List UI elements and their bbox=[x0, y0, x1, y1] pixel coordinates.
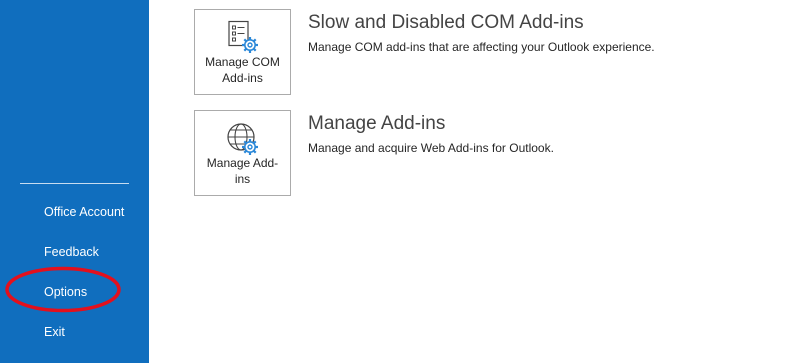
com-addins-settings-icon bbox=[228, 20, 258, 53]
manage-com-addins-button[interactable]: Manage COM Add-ins bbox=[194, 9, 291, 95]
com-addins-description: Manage COM add-ins that are affecting yo… bbox=[308, 40, 655, 54]
manage-addins-button[interactable]: Manage Add- ins bbox=[194, 110, 291, 196]
sidebar-item-options[interactable]: Options bbox=[44, 284, 87, 300]
com-addins-title: Slow and Disabled COM Add-ins bbox=[308, 12, 584, 33]
manage-addins-title: Manage Add-ins bbox=[308, 113, 446, 134]
sidebar-divider bbox=[20, 183, 129, 184]
web-addins-globe-settings-icon bbox=[227, 123, 258, 155]
manage-com-addins-label: Manage COM Add-ins bbox=[205, 55, 280, 85]
backstage-sidebar: Office Account Feedback Options Exit bbox=[0, 0, 149, 363]
sidebar-item-exit[interactable]: Exit bbox=[44, 324, 65, 340]
manage-addins-description: Manage and acquire Web Add-ins for Outlo… bbox=[308, 141, 554, 155]
manage-addins-label: Manage Add- ins bbox=[206, 156, 279, 186]
main-content: Manage COM Add-ins Slow and Disabled COM… bbox=[149, 0, 800, 363]
sidebar-item-feedback[interactable]: Feedback bbox=[44, 244, 99, 260]
sidebar-item-office-account[interactable]: Office Account bbox=[44, 204, 124, 220]
